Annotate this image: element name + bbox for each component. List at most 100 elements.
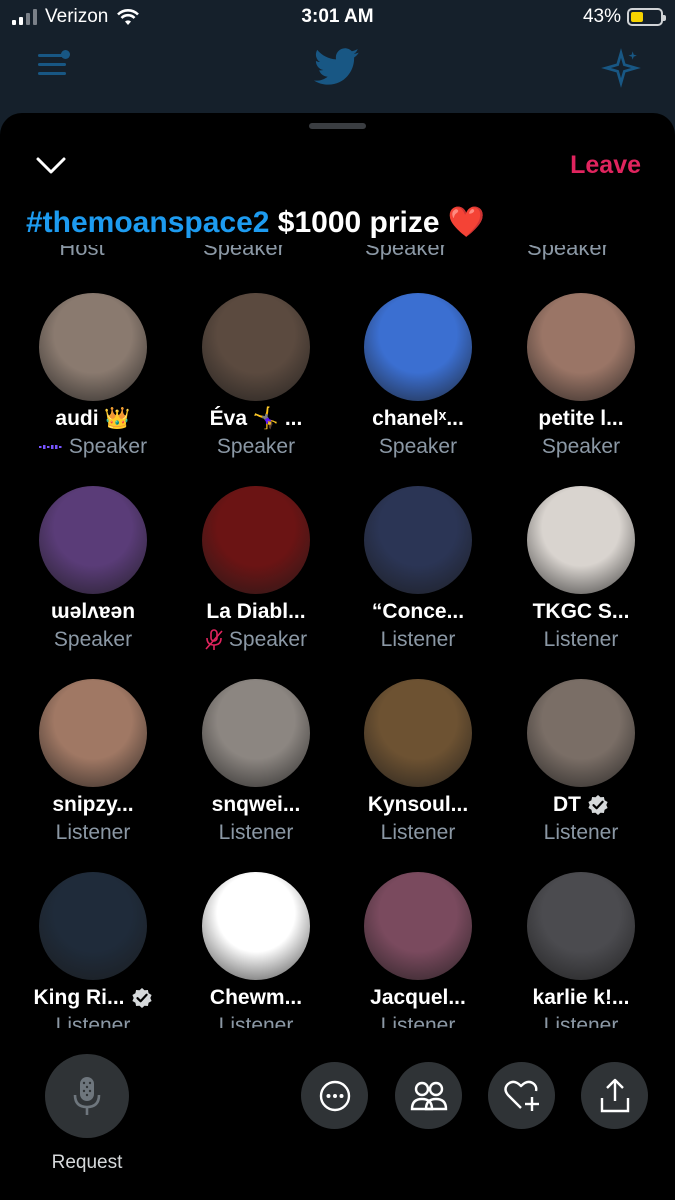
sparkle-icon <box>601 48 641 88</box>
participant-name: Jacquel... <box>337 986 499 1010</box>
request-mic-button[interactable] <box>45 1054 129 1138</box>
heart-plus-icon <box>503 1080 539 1111</box>
participant-card[interactable]: petite l... Speaker <box>500 293 662 483</box>
participant-role: Speaker <box>175 435 337 459</box>
participant-role-text: Listener <box>55 821 131 844</box>
participant-card[interactable]: Kynsoul... Listener <box>337 679 499 869</box>
avatar[interactable] <box>39 872 147 980</box>
react-button[interactable] <box>488 1062 555 1129</box>
avatar[interactable] <box>39 486 147 594</box>
participant-card[interactable]: ɯǝlʌɐǝn Speaker <box>12 486 174 676</box>
participant-name: Chewm... <box>175 986 337 1010</box>
participant-name: karlie k!... <box>500 986 662 1010</box>
avatar[interactable] <box>527 872 635 980</box>
participant-name-text: snipzy... <box>52 793 134 816</box>
participant-role-text: Listener <box>380 628 456 651</box>
participant-name: TKGC S... <box>500 600 662 624</box>
clock: 3:01 AM <box>301 6 374 27</box>
status-bar: Verizon 3:01 AM 43% <box>0 0 675 34</box>
participant-name: petite l... <box>500 407 662 431</box>
participant-card[interactable]: “Conce... Listener <box>337 486 499 676</box>
participant-card[interactable]: TKGC S... Listener <box>500 486 662 676</box>
participant-card[interactable]: snipzy... Listener <box>12 679 174 869</box>
avatar[interactable] <box>364 486 472 594</box>
participant-name-text: La Diabl... <box>206 600 306 623</box>
participant-name-text: chanelˣ... <box>372 407 464 430</box>
avatar[interactable] <box>39 679 147 787</box>
participant-name: King Ri... <box>12 986 174 1010</box>
verified-badge-icon <box>588 795 608 815</box>
chevron-down-icon[interactable] <box>34 153 68 179</box>
participant-name-text: Jacquel... <box>370 986 466 1009</box>
participant-role: Listener <box>175 1014 337 1028</box>
participant-role: Listener <box>12 821 174 845</box>
cut-off-role-label: Host <box>59 245 105 260</box>
request-label: Request <box>51 1152 123 1173</box>
twitter-bird-icon <box>314 48 360 85</box>
participant-card[interactable]: chanelˣ... Speaker <box>337 293 499 483</box>
participant-name: snqwei... <box>175 793 337 817</box>
participant-name: ɯǝlʌɐǝn <box>12 600 174 624</box>
leave-button[interactable]: Leave <box>570 151 641 180</box>
avatar[interactable] <box>202 486 310 594</box>
participant-role: Speaker <box>175 628 337 652</box>
muted-mic-icon <box>205 629 223 650</box>
participant-card[interactable]: audi 👑 Speaker <box>12 293 174 483</box>
participant-name: chanelˣ... <box>337 407 499 431</box>
participant-card[interactable]: DT Listener <box>500 679 662 869</box>
participant-role-text: Listener <box>543 628 619 651</box>
participant-role: Listener <box>500 628 662 652</box>
cut-off-roles-row: Host Speaker Speaker Speaker <box>0 245 675 265</box>
participant-role-text: Listener <box>55 1014 131 1028</box>
participant-role-text: Listener <box>218 821 294 844</box>
participant-name-text: audi 👑 <box>55 407 131 430</box>
participant-name: audi 👑 <box>12 407 174 431</box>
participant-role: Speaker <box>500 435 662 459</box>
participant-role-text: Listener <box>380 821 456 844</box>
participant-name: “Conce... <box>337 600 499 624</box>
share-button[interactable] <box>581 1062 648 1129</box>
participant-card[interactable]: Éva 🤸‍♀️ ... Speaker <box>175 293 337 483</box>
battery-icon <box>627 8 666 26</box>
participant-name-text: “Conce... <box>371 600 465 623</box>
participant-card[interactable]: Jacquel... Listener <box>337 872 499 1028</box>
participant-role-text: Speaker <box>216 435 296 458</box>
avatar[interactable] <box>364 679 472 787</box>
participant-name-text: ɯǝlʌɐǝn <box>50 600 136 623</box>
avatar[interactable] <box>202 293 310 401</box>
avatar[interactable] <box>202 679 310 787</box>
cut-off-role-label: Speaker <box>365 245 447 260</box>
participant-role-text: Speaker <box>228 628 308 651</box>
participant-name-text: King Ri... <box>33 986 125 1009</box>
participant-card[interactable]: snqwei... Listener <box>175 679 337 869</box>
participant-card[interactable]: Chewm... Listener <box>175 872 337 1028</box>
people-icon <box>410 1081 447 1110</box>
participant-card[interactable]: King Ri... Listener <box>12 872 174 1028</box>
avatar[interactable] <box>527 293 635 401</box>
participant-name-text: Éva 🤸‍♀️ ... <box>209 407 303 430</box>
sheet-grabber[interactable] <box>309 123 366 129</box>
battery-percent: 43% <box>582 6 621 27</box>
space-hashtag[interactable]: #themoanspace2 <box>26 206 269 239</box>
participant-role: Listener <box>12 1014 174 1028</box>
menu-icon <box>38 50 70 81</box>
verified-badge-icon <box>131 988 152 1008</box>
avatar[interactable] <box>527 679 635 787</box>
participant-role: Listener <box>500 1014 662 1028</box>
more-button[interactable] <box>301 1062 368 1129</box>
avatar[interactable] <box>202 872 310 980</box>
participant-card[interactable]: La Diabl... Speaker <box>175 486 337 676</box>
avatar[interactable] <box>527 486 635 594</box>
space-title-text: $1000 prize <box>277 206 440 239</box>
app-header <box>0 34 675 114</box>
participant-role: Listener <box>500 821 662 845</box>
participant-role: Listener <box>175 821 337 845</box>
participant-name-text: DT <box>553 793 581 816</box>
avatar[interactable] <box>364 872 472 980</box>
avatar[interactable] <box>364 293 472 401</box>
participant-role-text: Speaker <box>541 435 621 458</box>
avatar[interactable] <box>39 293 147 401</box>
participant-name-text: petite l... <box>538 407 624 430</box>
participant-card[interactable]: karlie k!... Listener <box>500 872 662 1028</box>
participants-button[interactable] <box>395 1062 462 1129</box>
